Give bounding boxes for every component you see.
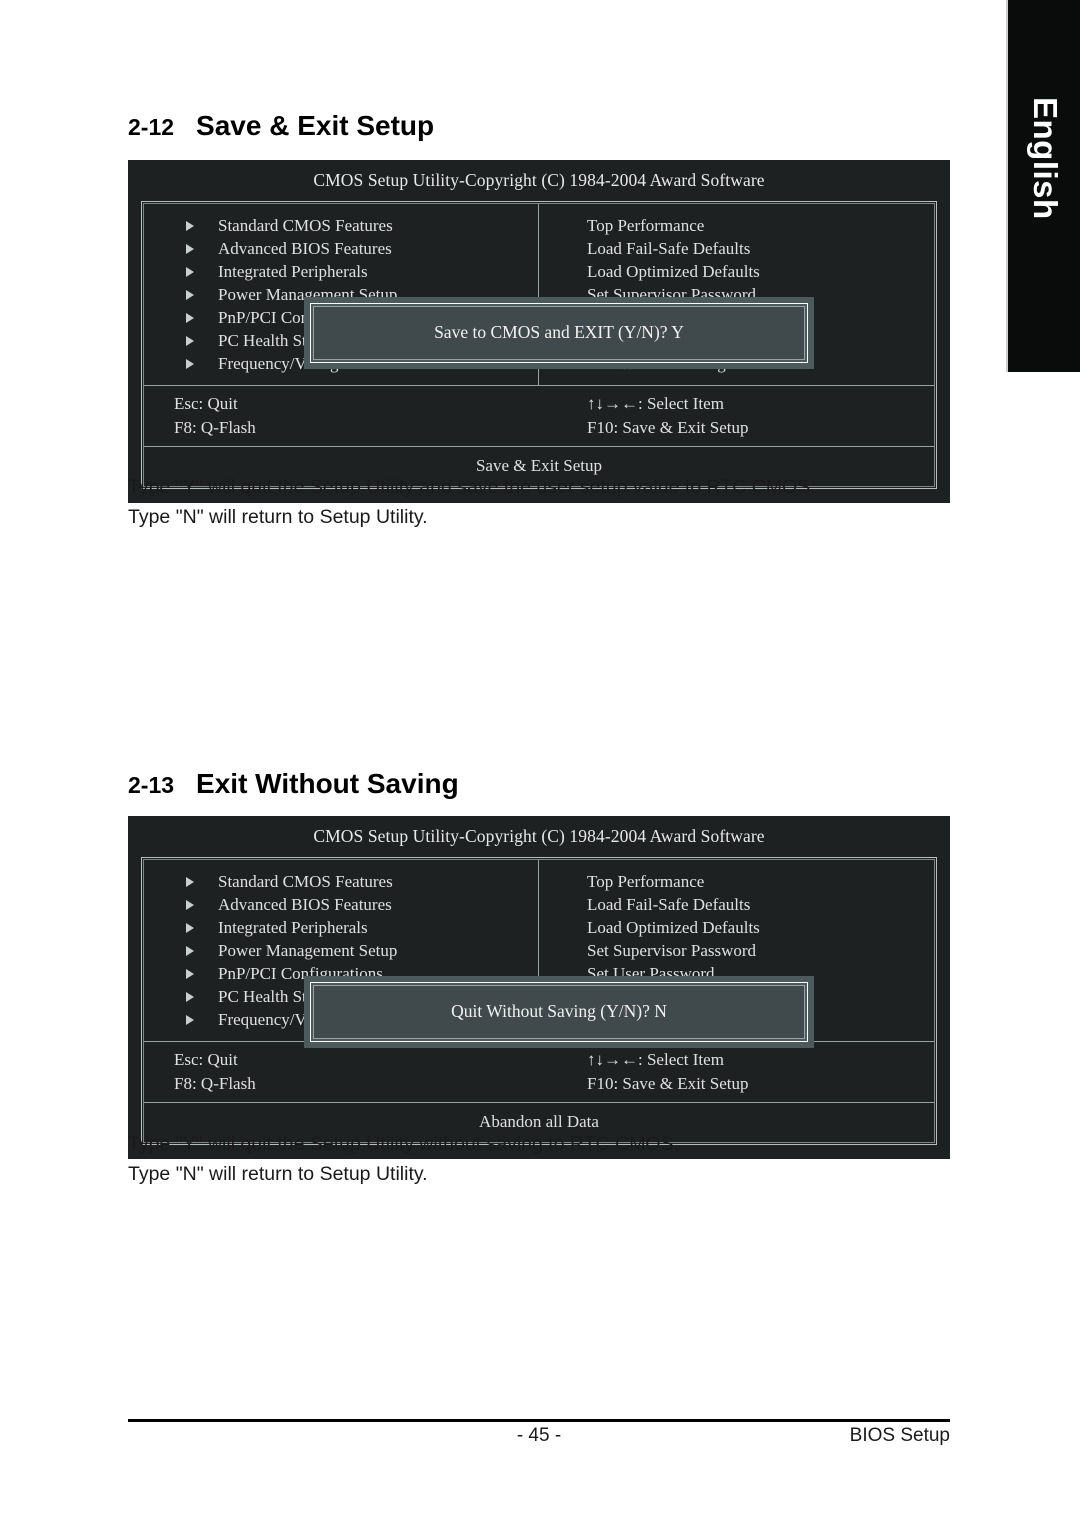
menu-item-load-fail-safe-defaults[interactable]: Load Fail-Safe Defaults	[539, 237, 934, 260]
triangle-bullet-icon	[186, 922, 194, 933]
menu-item-standard-cmos-features[interactable]: Standard CMOS Features	[144, 214, 538, 237]
triangle-bullet-icon	[186, 899, 194, 910]
menu-item-power-management-setup[interactable]: Power Management Setup	[144, 939, 538, 962]
menu-item-label: Integrated Peripherals	[218, 917, 368, 937]
triangle-bullet-icon	[186, 220, 194, 231]
menu-item-label: Load Optimized Defaults	[587, 917, 760, 937]
language-tab-english: English	[1006, 0, 1080, 372]
section-number: 2-12	[128, 114, 175, 140]
triangle-bullet-icon	[186, 289, 194, 300]
bios-outer-frame: Standard CMOS Features Advanced BIOS Fea…	[141, 201, 937, 489]
key-esc-quit: Esc: Quit	[174, 394, 238, 413]
dialog-outer-border: Save to CMOS and EXIT (Y/N)? Y	[310, 303, 808, 363]
bios-key-legend: Esc: Quit F8: Q-Flash ↑↓→←: Select Item …	[144, 386, 934, 447]
note-line-2-section-2-13: Type "N" will return to Setup Utility.	[128, 1163, 428, 1185]
key-arrows-select-item: ↑↓→←: Select Item	[587, 394, 724, 413]
menu-item-label: Set Supervisor Password	[587, 940, 757, 960]
menu-item-integrated-peripherals[interactable]: Integrated Peripherals	[144, 916, 538, 939]
menu-item-label: Load Fail-Safe Defaults	[587, 894, 751, 914]
triangle-bullet-icon	[186, 312, 194, 323]
triangle-bullet-icon	[186, 1014, 194, 1025]
section-title: Save & Exit Setup	[196, 110, 435, 141]
menu-item-top-performance[interactable]: Top Performance	[539, 214, 934, 237]
triangle-bullet-icon	[186, 243, 194, 254]
key-f10-save-exit: F10: Save & Exit Setup	[587, 418, 749, 437]
menu-item-advanced-bios-features[interactable]: Advanced BIOS Features	[144, 237, 538, 260]
key-arrows-select-item: ↑↓→←: Select Item	[587, 1050, 724, 1069]
dialog-prompt-text[interactable]: Quit Without Saving (Y/N)? N	[313, 985, 805, 1039]
menu-item-load-fail-safe-defaults[interactable]: Load Fail-Safe Defaults	[539, 893, 934, 916]
triangle-bullet-icon	[186, 968, 194, 979]
menu-item-label: Advanced BIOS Features	[218, 894, 392, 914]
bios-inner-frame: Standard CMOS Features Advanced BIOS Fea…	[143, 859, 935, 1143]
section-heading-2-12: 2-12 Save & Exit Setup	[128, 110, 434, 142]
triangle-bullet-icon	[186, 991, 194, 1002]
triangle-bullet-icon	[186, 335, 194, 346]
key-legend-right: ↑↓→←: Select Item F10: Save & Exit Setup	[539, 1048, 934, 1096]
bios-title-bar: CMOS Setup Utility-Copyright (C) 1984-20…	[313, 826, 765, 846]
dialog-outer-border: Quit Without Saving (Y/N)? N	[310, 982, 808, 1042]
bios-menu-area: Standard CMOS Features Advanced BIOS Fea…	[144, 860, 934, 1048]
section-heading-2-13: 2-13 Exit Without Saving	[128, 768, 459, 800]
key-f8-qflash: F8: Q-Flash	[174, 418, 256, 437]
bios-inner-frame: Standard CMOS Features Advanced BIOS Fea…	[143, 203, 935, 487]
menu-item-label: Load Optimized Defaults	[587, 261, 760, 281]
bios-menu-area: Standard CMOS Features Advanced BIOS Fea…	[144, 204, 934, 386]
key-f8-qflash: F8: Q-Flash	[174, 1074, 256, 1093]
bios-key-legend: Esc: Quit F8: Q-Flash ↑↓→←: Select Item …	[144, 1042, 934, 1103]
menu-item-label: Load Fail-Safe Defaults	[587, 238, 751, 258]
footer-page-number: - 45 -	[516, 1425, 562, 1446]
triangle-bullet-icon	[186, 945, 194, 956]
footer-divider	[128, 1419, 950, 1422]
bios-outer-frame: Standard CMOS Features Advanced BIOS Fea…	[141, 857, 937, 1145]
menu-item-load-optimized-defaults[interactable]: Load Optimized Defaults	[539, 260, 934, 283]
menu-item-label: Advanced BIOS Features	[218, 238, 392, 258]
triangle-bullet-icon	[186, 266, 194, 277]
menu-item-top-performance[interactable]: Top Performance	[539, 870, 934, 893]
triangle-bullet-icon	[186, 358, 194, 369]
bios-screenshot-save-exit: CMOS Setup Utility-Copyright (C) 1984-20…	[128, 160, 950, 503]
note-line-1-section-2-12: Type "Y" will quit the Setup Utility and…	[128, 476, 816, 498]
menu-item-label: Integrated Peripherals	[218, 261, 368, 281]
note-line-1-section-2-13: Type "Y" will quit the Setup Utility wit…	[128, 1133, 680, 1155]
section-title: Exit Without Saving	[196, 768, 459, 799]
menu-item-label: Standard CMOS Features	[218, 215, 393, 235]
document-page: English 2-12 Save & Exit Setup CMOS Setup…	[0, 0, 1080, 1532]
menu-item-label: Standard CMOS Features	[218, 871, 393, 891]
menu-item-label: Top Performance	[587, 871, 705, 891]
dialog-prompt-text[interactable]: Save to CMOS and EXIT (Y/N)? Y	[313, 306, 805, 360]
menu-item-integrated-peripherals[interactable]: Integrated Peripherals	[144, 260, 538, 283]
key-legend-left: Esc: Quit F8: Q-Flash	[144, 392, 539, 440]
key-f10-save-exit: F10: Save & Exit Setup	[587, 1074, 749, 1093]
key-legend-left: Esc: Quit F8: Q-Flash	[144, 1048, 539, 1096]
key-legend-right: ↑↓→←: Select Item F10: Save & Exit Setup	[539, 392, 934, 440]
key-esc-quit: Esc: Quit	[174, 1050, 238, 1069]
menu-item-set-supervisor-password[interactable]: Set Supervisor Password	[539, 939, 934, 962]
section-number: 2-13	[128, 772, 175, 798]
menu-item-standard-cmos-features[interactable]: Standard CMOS Features	[144, 870, 538, 893]
language-tab-label: English	[1027, 97, 1064, 220]
confirm-dialog-exit-without-saving: Quit Without Saving (Y/N)? N	[304, 976, 814, 1048]
menu-item-load-optimized-defaults[interactable]: Load Optimized Defaults	[539, 916, 934, 939]
menu-item-label: Top Performance	[587, 215, 705, 235]
confirm-dialog-save-exit: Save to CMOS and EXIT (Y/N)? Y	[304, 297, 814, 369]
triangle-bullet-icon	[186, 876, 194, 887]
bios-title-bar: CMOS Setup Utility-Copyright (C) 1984-20…	[313, 170, 765, 190]
menu-item-advanced-bios-features[interactable]: Advanced BIOS Features	[144, 893, 538, 916]
note-line-2-section-2-12: Type "N" will return to Setup Utility.	[128, 506, 428, 528]
menu-item-label: Power Management Setup	[218, 940, 398, 960]
bios-screenshot-exit-without-saving: CMOS Setup Utility-Copyright (C) 1984-20…	[128, 816, 950, 1159]
footer-section-label: BIOS Setup	[849, 1425, 950, 1446]
